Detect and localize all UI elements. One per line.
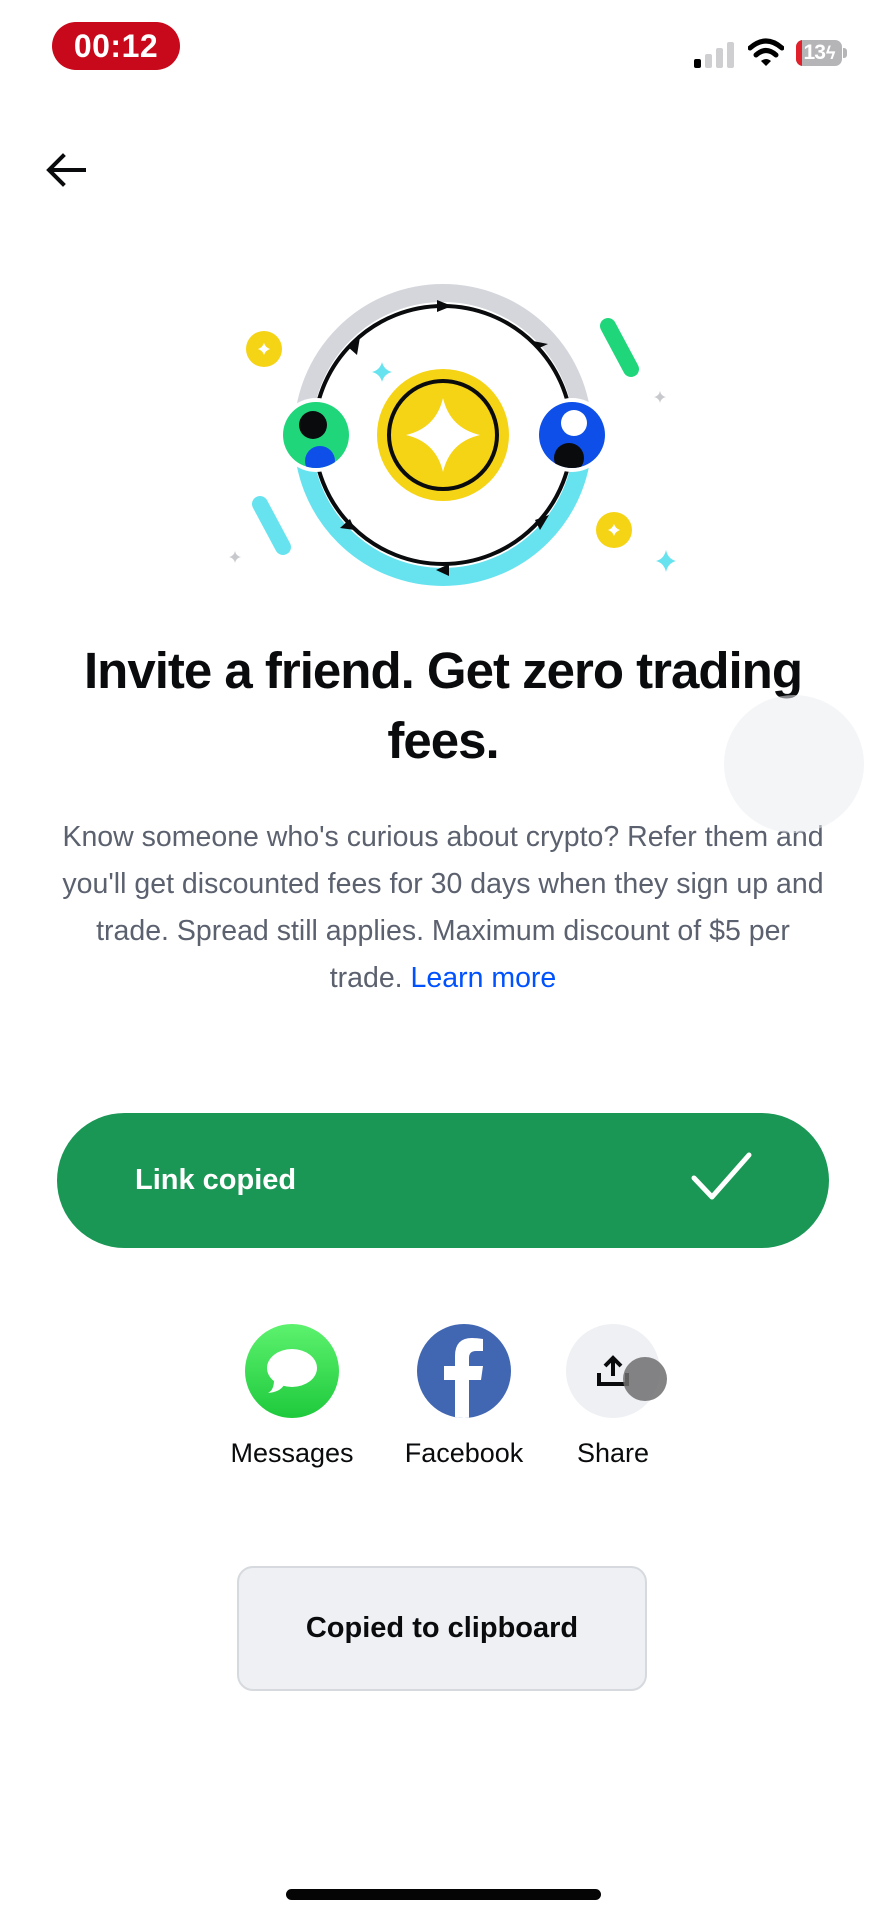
wifi-icon bbox=[748, 38, 784, 66]
checkmark-icon bbox=[691, 1152, 752, 1200]
copy-link-button[interactable]: Link copied bbox=[57, 1113, 829, 1248]
messages-icon bbox=[245, 1324, 339, 1418]
sparkle-gray-right bbox=[654, 391, 666, 403]
referral-description: Know someone who's curious about crypto?… bbox=[60, 814, 826, 1002]
back-button[interactable] bbox=[36, 140, 96, 200]
battery-indicator: 13 ϟ bbox=[796, 40, 848, 66]
assistive-touch-button[interactable] bbox=[724, 695, 864, 833]
small-coin-right bbox=[596, 512, 632, 548]
recording-timer: 00:12 bbox=[52, 22, 180, 70]
referral-illustration bbox=[229, 284, 676, 586]
share-facebook-label: Facebook bbox=[404, 1438, 524, 1468]
toast-message: Copied to clipboard bbox=[305, 1612, 579, 1644]
cellular-signal-icon bbox=[694, 42, 734, 68]
timer-text: 00:12 bbox=[73, 27, 159, 64]
copy-link-label: Link copied bbox=[135, 1164, 297, 1196]
touch-indicator bbox=[623, 1357, 667, 1401]
share-messages-label: Messages bbox=[230, 1438, 354, 1468]
confetti-cyan bbox=[252, 496, 291, 555]
page-title: Invite a friend. Get zero trading fees. bbox=[84, 642, 803, 769]
sparkle-cyan-bottom bbox=[656, 550, 676, 572]
learn-more-link[interactable]: Learn more bbox=[411, 962, 557, 994]
small-coin-left bbox=[246, 331, 282, 367]
share-facebook-button[interactable]: Facebook bbox=[389, 1324, 539, 1484]
facebook-icon bbox=[417, 1324, 511, 1418]
confetti-green bbox=[600, 318, 639, 377]
share-more-button[interactable]: Share bbox=[538, 1324, 688, 1484]
charging-bolt-icon: ϟ bbox=[825, 42, 835, 63]
friend-avatar-left bbox=[279, 398, 353, 472]
share-messages-button[interactable]: Messages bbox=[217, 1324, 367, 1484]
arrow-left-icon bbox=[46, 153, 86, 187]
home-indicator[interactable] bbox=[286, 1889, 601, 1900]
sparkle-gray-left bbox=[229, 551, 241, 563]
battery-percentage: 13 bbox=[803, 41, 826, 64]
friend-avatar-right bbox=[535, 398, 609, 472]
sparkle-cyan-top bbox=[372, 362, 392, 382]
clipboard-toast: Copied to clipboard bbox=[237, 1566, 647, 1691]
share-more-label: Share bbox=[576, 1438, 650, 1468]
coin-icon bbox=[377, 369, 509, 501]
